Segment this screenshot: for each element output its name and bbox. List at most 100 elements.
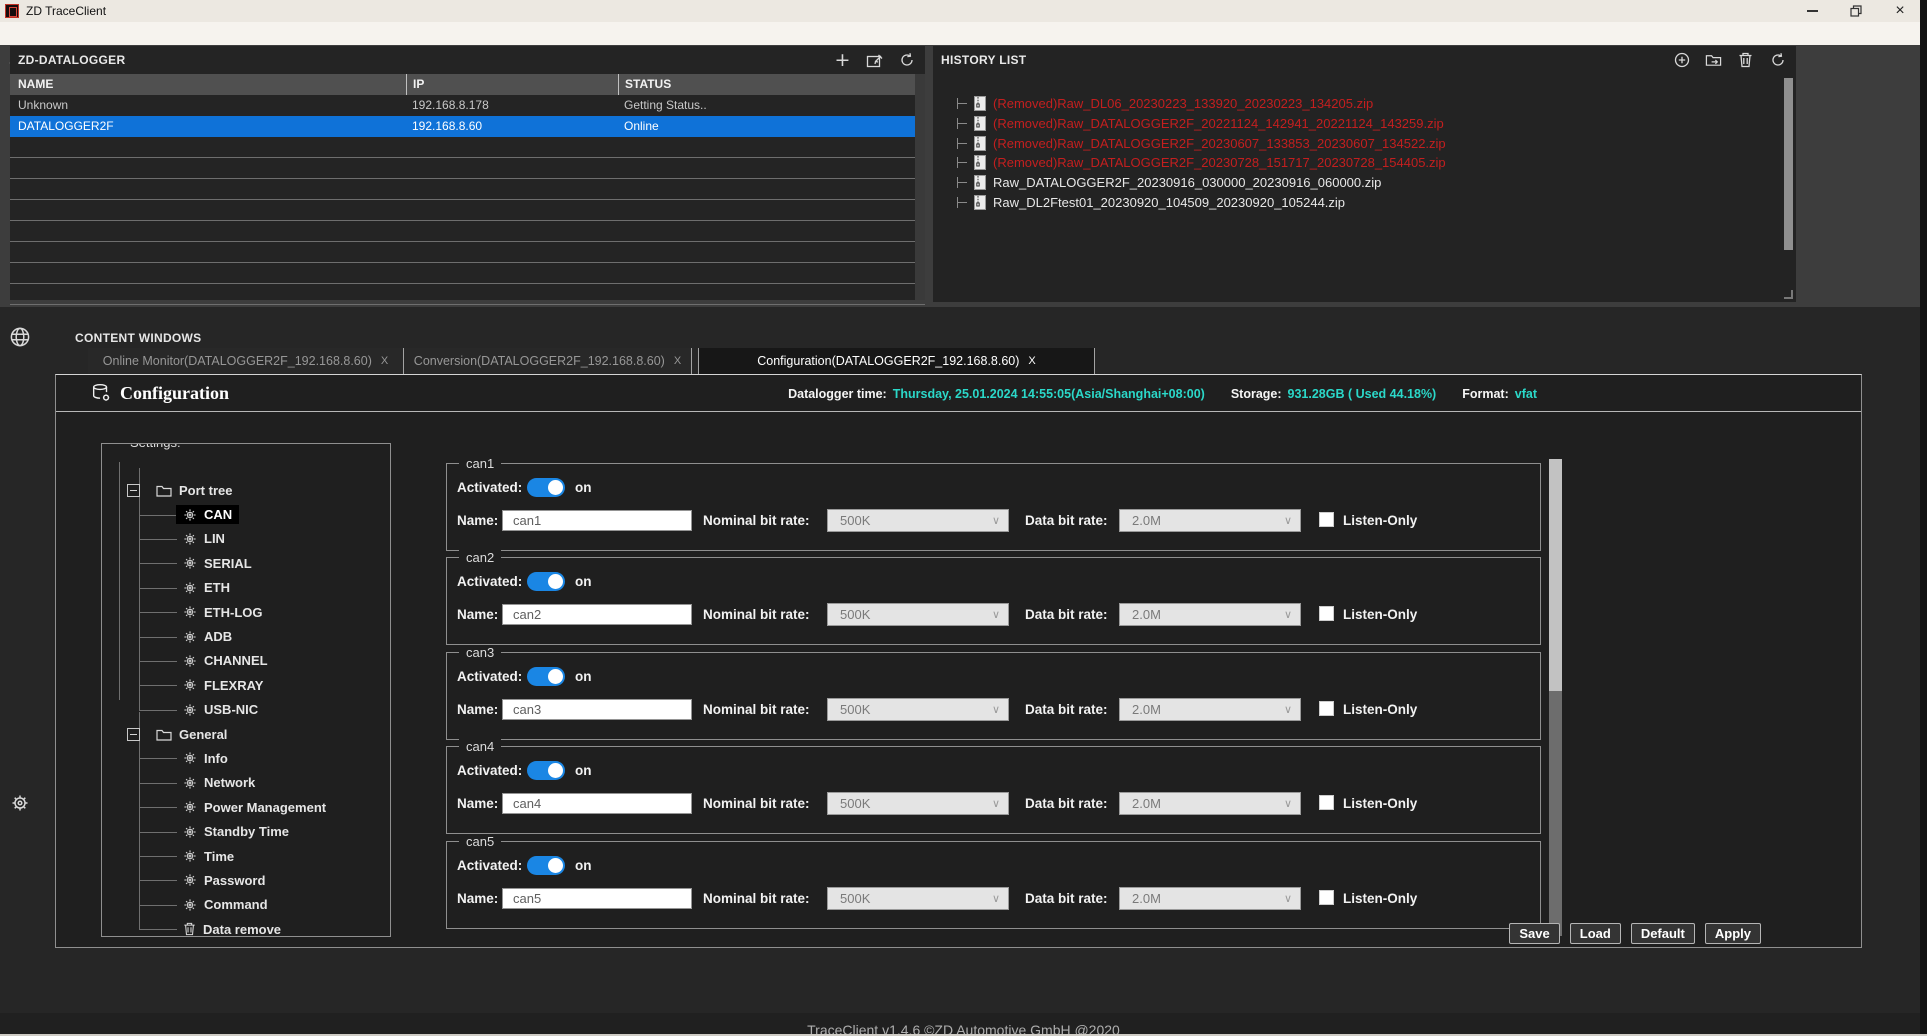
table-row[interactable]: Unknown 192.168.8.178 Getting Status.. <box>10 95 925 116</box>
nominal-bit-rate-select[interactable]: 500K ∨ <box>827 792 1009 815</box>
nominal-bit-rate-label: Nominal bit rate: <box>703 702 810 717</box>
minimize-button[interactable] <box>1797 0 1827 22</box>
name-input[interactable] <box>502 888 692 909</box>
tree-item[interactable]: Info <box>102 746 388 770</box>
listen-only-checkbox[interactable] <box>1319 701 1334 716</box>
tree-item-label: FLEXRAY <box>204 678 263 693</box>
refresh-icon[interactable] <box>898 52 915 69</box>
tree-item[interactable]: LIN <box>102 527 388 551</box>
resize-grip[interactable] <box>1784 290 1793 299</box>
nominal-bit-rate-select[interactable]: 500K ∨ <box>827 698 1009 721</box>
collapse-icon[interactable] <box>127 728 140 741</box>
default-button[interactable]: Default <box>1631 923 1695 944</box>
apply-button[interactable]: Apply <box>1705 923 1761 944</box>
history-item[interactable]: (Removed)Raw_DATALOGGER2F_20230607_13385… <box>957 133 1774 153</box>
activated-toggle[interactable] <box>527 856 565 875</box>
maximize-button[interactable] <box>1841 0 1871 22</box>
table-row[interactable]: DATALOGGER2F 192.168.8.60 Online <box>10 116 925 137</box>
data-bit-rate-select[interactable]: 2.0M ∨ <box>1119 887 1301 910</box>
activated-toggle[interactable] <box>527 667 565 686</box>
tree-item[interactable]: CAN <box>102 502 388 526</box>
nominal-bit-rate-select[interactable]: 500K ∨ <box>827 887 1009 910</box>
name-input[interactable] <box>502 793 692 814</box>
close-button[interactable]: × <box>1885 0 1915 22</box>
history-item[interactable]: Raw_DATALOGGER2F_20230916_030000_2023091… <box>957 173 1774 193</box>
collapse-icon[interactable] <box>127 484 140 497</box>
folder-move-icon[interactable] <box>1705 52 1722 69</box>
listen-only-checkbox[interactable] <box>1319 606 1334 621</box>
tree-item[interactable]: ETH <box>102 576 388 600</box>
nominal-bit-rate-select[interactable]: 500K ∨ <box>827 603 1009 626</box>
tree-item-label: Info <box>204 751 228 766</box>
tab-close-icon[interactable]: X <box>674 355 681 367</box>
zip-file-icon <box>974 116 986 131</box>
content-tab[interactable]: Conversion(DATALOGGER2F_192.168.8.60) X <box>404 348 692 374</box>
column-ip[interactable]: IP <box>406 74 424 95</box>
history-item[interactable]: (Removed)Raw_DATALOGGER2F_20230728_15171… <box>957 153 1774 173</box>
activated-toggle[interactable] <box>527 761 565 780</box>
tree-item[interactable]: Password <box>102 868 388 892</box>
nominal-bit-rate-select[interactable]: 500K ∨ <box>827 509 1009 532</box>
tree-item[interactable]: ETH-LOG <box>102 600 388 624</box>
content-tab[interactable]: Configuration(DATALOGGER2F_192.168.8.60)… <box>698 348 1095 374</box>
data-bit-rate-value: 2.0M <box>1132 699 1161 721</box>
tree-item[interactable]: Port tree <box>102 478 388 502</box>
name-input[interactable] <box>502 699 692 720</box>
trash-icon[interactable] <box>1737 52 1754 69</box>
data-bit-rate-select[interactable]: 2.0M ∨ <box>1119 792 1301 815</box>
data-bit-rate-select[interactable]: 2.0M ∨ <box>1119 698 1301 721</box>
history-item[interactable]: (Removed)Raw_DATALOGGER2F_20221124_14294… <box>957 114 1774 134</box>
tree-item[interactable]: SERIAL <box>102 551 388 575</box>
can-group: can4 Activated: on Name: Nominal bit rat… <box>446 746 1541 834</box>
tree-item[interactable]: Standby Time <box>102 819 388 843</box>
listen-only-checkbox[interactable] <box>1319 795 1334 810</box>
activated-toggle[interactable] <box>527 478 565 497</box>
tree-item[interactable]: ADB <box>102 624 388 648</box>
tree-item[interactable]: CHANNEL <box>102 649 388 673</box>
activated-toggle[interactable] <box>527 572 565 591</box>
status-bar: TraceClient v1.4.6 ©ZD Automotive GmbH @… <box>0 1013 1927 1036</box>
save-button[interactable]: Save <box>1509 923 1559 944</box>
tree-item[interactable]: Network <box>102 771 388 795</box>
folder-icon <box>156 484 172 497</box>
load-button[interactable]: Load <box>1570 923 1621 944</box>
listen-only-checkbox[interactable] <box>1319 890 1334 905</box>
column-name[interactable]: NAME <box>18 74 53 95</box>
tree-item[interactable]: USB-NIC <box>102 698 388 722</box>
history-scrollbar[interactable] <box>1784 78 1793 250</box>
name-input[interactable] <box>502 510 692 531</box>
chevron-down-icon: ∨ <box>1284 888 1292 910</box>
tab-close-icon[interactable]: X <box>1028 355 1035 367</box>
edit-window-icon[interactable] <box>866 52 883 69</box>
toggle-knob <box>548 669 563 684</box>
column-status[interactable]: STATUS <box>618 74 671 95</box>
globe-icon[interactable] <box>8 324 32 350</box>
data-bit-rate-select[interactable]: 2.0M ∨ <box>1119 509 1301 532</box>
datalogger-scrollbar[interactable] <box>915 74 925 300</box>
history-item[interactable]: Raw_DL2Ftest01_20230920_104509_20230920_… <box>957 192 1774 212</box>
history-item-label: (Removed)Raw_DATALOGGER2F_20230607_13385… <box>993 136 1446 151</box>
tree-item[interactable]: Data remove <box>102 917 388 937</box>
history-item-label: Raw_DATALOGGER2F_20230916_030000_2023091… <box>993 175 1381 190</box>
name-input[interactable] <box>502 604 692 625</box>
tree-item-label: Power Management <box>204 800 326 815</box>
tree-item[interactable]: General <box>102 722 388 746</box>
activated-label: Activated: <box>457 669 522 684</box>
content-tab[interactable]: Online Monitor(DATALOGGER2F_192.168.8.60… <box>88 348 404 374</box>
tab-close-icon[interactable]: X <box>381 355 388 367</box>
settings-gear-icon[interactable] <box>8 790 32 816</box>
tree-item[interactable]: Time <box>102 844 388 868</box>
tree-item[interactable]: Command <box>102 893 388 917</box>
tree-item[interactable]: Power Management <box>102 795 388 819</box>
add-icon[interactable]: + <box>834 52 851 69</box>
trash-icon <box>183 922 196 936</box>
tree-item[interactable]: FLEXRAY <box>102 673 388 697</box>
refresh-icon[interactable] <box>1769 52 1786 69</box>
add-circle-icon[interactable] <box>1673 52 1690 69</box>
history-item[interactable]: (Removed)Raw_DL06_20230223_133920_202302… <box>957 94 1774 114</box>
listen-only-checkbox[interactable] <box>1319 512 1334 527</box>
tree-branch-icon <box>957 157 967 168</box>
data-bit-rate-select[interactable]: 2.0M ∨ <box>1119 603 1301 626</box>
config-scrollbar[interactable] <box>1549 459 1562 936</box>
config-scrollbar-thumb[interactable] <box>1549 459 1562 691</box>
